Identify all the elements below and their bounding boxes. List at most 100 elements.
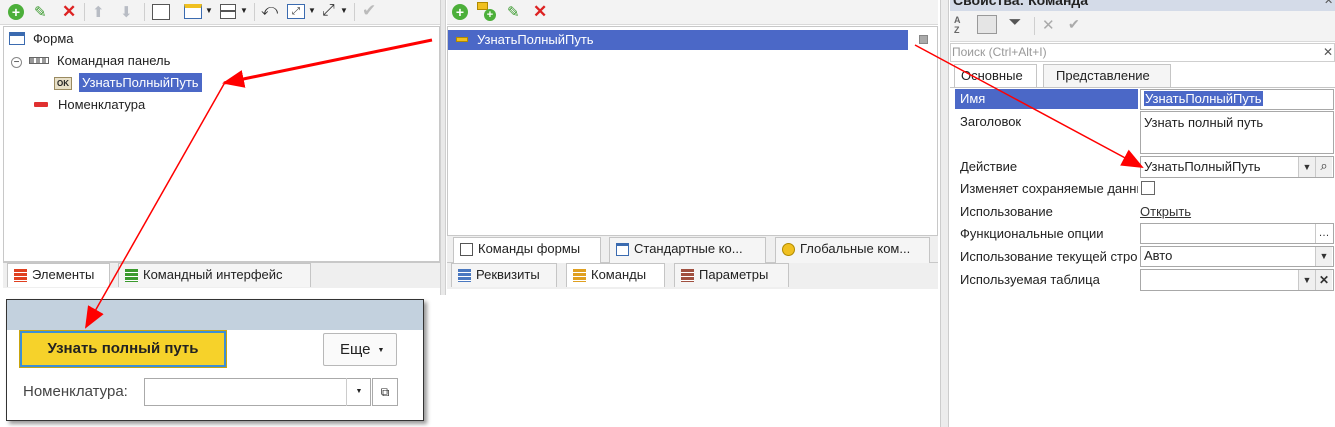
form-list-icon[interactable] xyxy=(152,4,170,20)
delete-icon[interactable]: ✕ xyxy=(62,2,76,22)
usage-current-row-field[interactable]: Авто xyxy=(1140,246,1334,267)
row-marker-icon xyxy=(919,35,928,44)
separator xyxy=(254,3,255,21)
attributes-icon xyxy=(458,269,471,282)
used-table-label: Используемая таблица xyxy=(960,272,1100,287)
expand-icon[interactable]: ⤢ xyxy=(322,2,335,20)
tab-form-commands[interactable]: Команды формы xyxy=(453,237,601,263)
resize-icon[interactable]: ⤢ xyxy=(287,4,305,19)
command-interface-icon xyxy=(125,269,138,282)
properties-titlebar: Свойства: Команда ✕ xyxy=(950,0,1335,11)
tab-label: Реквизиты xyxy=(476,267,540,282)
tree-item-nomenclature[interactable]: Номенклатура xyxy=(34,95,145,115)
tab-presentation[interactable]: Представление xyxy=(1043,64,1171,88)
modifies-data-label: Изменяет сохраняемые данные xyxy=(960,181,1138,196)
close-icon[interactable]: ✕ xyxy=(1324,0,1333,7)
commands-list xyxy=(447,26,938,236)
modifies-data-checkbox[interactable] xyxy=(1141,181,1155,195)
delete-icon[interactable]: ✕ xyxy=(533,2,547,22)
clear-icon[interactable]: ✕ xyxy=(1042,16,1055,34)
search-icon[interactable]: ⌕ xyxy=(1315,157,1332,177)
tab-elements[interactable]: Элементы xyxy=(7,263,110,287)
edit-icon[interactable]: ✎ xyxy=(34,3,47,21)
chevron-down-icon[interactable]: ▼ xyxy=(340,6,348,15)
tab-parameters[interactable]: Параметры xyxy=(674,263,789,287)
tree-item-label: Командная панель xyxy=(57,53,171,68)
check-icon[interactable]: ✔ xyxy=(362,1,376,21)
main-command-button[interactable]: Узнать полный путь xyxy=(19,330,227,368)
global-commands-icon xyxy=(782,243,795,256)
layout-icon[interactable] xyxy=(220,4,236,19)
chevron-down-icon[interactable]: ▼ xyxy=(1315,247,1332,266)
title-label: Заголовок xyxy=(960,114,1022,129)
tree-item-command-bar[interactable]: − Командная панель xyxy=(11,51,170,71)
chevron-down-icon[interactable]: ▼ xyxy=(346,378,371,406)
usage-open-link[interactable]: Открыть xyxy=(1140,204,1191,219)
chevron-down-icon[interactable]: ▼ xyxy=(1298,157,1315,177)
title-field[interactable]: Узнать полный путь xyxy=(1140,111,1334,154)
check-icon[interactable]: ✔ xyxy=(1068,16,1080,33)
more-button[interactable]: Еще ▼ xyxy=(323,333,397,366)
undo-icon[interactable]: ⤺ xyxy=(261,2,278,20)
middle-toolbar: + + ✎ ✕ xyxy=(447,0,938,25)
tab-command-interface[interactable]: Командный интерфейс xyxy=(118,263,311,287)
form-preview-header xyxy=(7,300,423,330)
chevron-down-icon[interactable]: ▼ xyxy=(205,6,213,15)
more-icon[interactable]: … xyxy=(1315,224,1332,243)
tab-standard-commands[interactable]: Стандартные ко... xyxy=(609,237,766,263)
tab-label: Представление xyxy=(1056,68,1150,83)
command-icon xyxy=(456,37,468,42)
elements-icon xyxy=(14,269,27,282)
properties-search[interactable]: Поиск (Ctrl+Alt+I) ✕ xyxy=(950,43,1335,62)
standard-commands-icon xyxy=(616,243,629,256)
button-label: Еще xyxy=(340,341,371,358)
functional-options-field[interactable] xyxy=(1140,223,1334,244)
add-from-icon[interactable]: + xyxy=(477,2,497,22)
tree-item-form[interactable]: Форма xyxy=(9,29,74,49)
tree-item-label: Форма xyxy=(33,31,74,46)
field-icon xyxy=(34,102,48,107)
tree-item-label: Номенклатура xyxy=(58,97,146,112)
filter-icon[interactable]: ⏷ xyxy=(1005,14,1025,34)
tab-label: Команды формы xyxy=(478,241,581,256)
tree-item-label: УзнатьПолныйПуть xyxy=(79,73,202,92)
tab-global-commands[interactable]: Глобальные ком... xyxy=(775,237,930,263)
name-field[interactable]: УзнатьПолныйПуть xyxy=(1140,89,1334,110)
separator xyxy=(354,3,355,21)
window-icon[interactable] xyxy=(184,4,202,19)
nomenclature-label: Номенклатура: xyxy=(23,383,128,400)
usage-current-row-label: Использование текущей строки xyxy=(960,249,1138,264)
tab-main[interactable]: Основные xyxy=(954,64,1037,88)
tab-label: Основные xyxy=(961,68,1023,83)
commands-list-row[interactable]: УзнатьПолныйПуть xyxy=(448,30,908,50)
chevron-down-icon[interactable]: ▼ xyxy=(1298,270,1315,290)
open-icon[interactable]: ⧉ xyxy=(372,378,398,406)
add-icon[interactable]: + xyxy=(452,4,468,20)
field-value: Узнать полный путь xyxy=(1144,115,1264,130)
tab-commands[interactable]: Команды xyxy=(566,263,665,287)
nomenclature-input[interactable] xyxy=(144,378,371,406)
left-toolbar: + ✎ ✕ ⬆ ⬇ ▼ ▼ ⤺ ⤢ ▼ ⤢ ▼ ✔ xyxy=(0,0,440,25)
move-up-icon[interactable]: ⬆ xyxy=(92,3,105,21)
tab-label: Стандартные ко... xyxy=(634,241,743,256)
clear-search-icon[interactable]: ✕ xyxy=(1323,45,1333,59)
tab-attributes[interactable]: Реквизиты xyxy=(451,263,557,287)
clear-icon[interactable]: ✕ xyxy=(1315,270,1332,290)
chevron-down-icon[interactable]: ▼ xyxy=(240,6,248,15)
separator xyxy=(144,3,145,21)
separator xyxy=(1034,17,1035,35)
move-down-icon[interactable]: ⬇ xyxy=(120,3,133,21)
command-name: УзнатьПолныйПуть xyxy=(477,32,594,47)
edit-icon[interactable]: ✎ xyxy=(507,3,520,21)
form-icon xyxy=(9,32,25,45)
tree-item-command-button[interactable]: OK УзнатьПолныйПуть xyxy=(54,73,202,93)
add-icon[interactable]: + xyxy=(8,4,24,20)
chevron-down-icon[interactable]: ▼ xyxy=(308,6,316,15)
group-icon[interactable] xyxy=(977,15,997,34)
button-ok-icon: OK xyxy=(54,77,72,90)
tab-label: Элементы xyxy=(32,267,95,282)
sort-az-icon[interactable]: AZ xyxy=(954,15,961,35)
field-value: Авто xyxy=(1144,248,1173,263)
collapse-icon[interactable]: − xyxy=(11,57,22,68)
name-label: Имя xyxy=(960,91,986,106)
